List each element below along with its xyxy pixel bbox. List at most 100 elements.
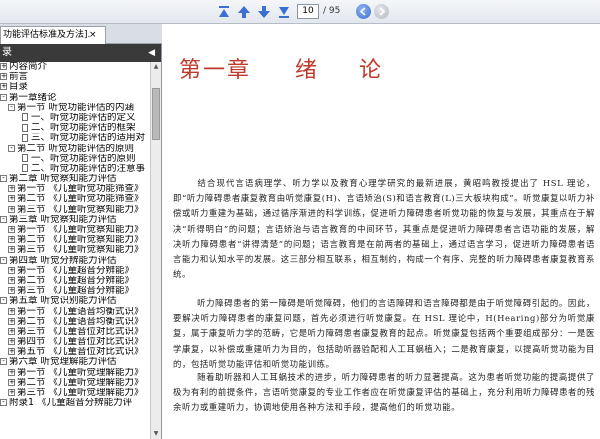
sidebar-item[interactable]: - 第三章 听觉察知能力评估 [0,215,161,225]
sidebar-item[interactable]: 一、听觉功能评估的定义 [0,113,161,123]
sidebar-item-label: 目录 [9,82,29,93]
sidebar-item[interactable]: - 第二章 听觉察知能力评估 [0,174,161,184]
bookmark-sidebar: 录 ◀ + 内容简介 + 前言 + 目录 - 第一章绪论 - 第一节 听觉功能评估的内涵 一、听觉功… [0,44,162,439]
sidebar-item[interactable]: 一、听觉功能评估的原则 [0,154,161,164]
expand-toggle-icon[interactable]: + [0,73,7,81]
sidebar-item[interactable]: 二、听觉功能评估的注意事 [0,164,161,174]
sidebar-item[interactable]: - 第二节 听觉功能评估的原则 [0,144,161,154]
sidebar-item[interactable]: + 内容简介 [0,62,161,72]
sidebar-item-label: 第三节 《儿童超音分辨能》 [17,286,135,297]
expand-toggle-icon[interactable]: + [8,195,15,203]
sidebar-item[interactable]: + 第二节 《儿童超音分辨能》 [0,276,161,286]
sidebar-item-label: 第一节 听觉功能评估的内涵 [17,102,135,113]
expand-toggle-icon[interactable]: + [8,307,15,315]
collapse-toggle-icon[interactable]: - [8,144,15,152]
collapse-icon[interactable]: ◀ [148,44,155,62]
expand-toggle-icon[interactable]: + [8,276,15,284]
sidebar-item[interactable]: - 第一节 听觉功能评估的内涵 [0,103,161,113]
back-icon[interactable] [356,4,371,19]
sidebar-scrollbar[interactable]: ▲ ▼ [150,62,161,439]
collapse-toggle-icon[interactable]: - [0,175,7,183]
sidebar-item[interactable]: + 第二节 《儿童语音均衡式识》 [0,317,161,327]
sidebar-item-label: 第三节 《儿童音位对比式识》 [17,326,144,337]
sidebar-item-label: 第一节 《儿童听觉功能筛查》 [17,184,144,195]
sidebar-item[interactable]: + 第四节 《儿童音位对比式识》 [0,337,161,347]
sidebar-header: 录 ◀ [0,44,161,62]
sidebar-item[interactable]: + 第三节 《儿童听觉察知能力》 [0,205,161,215]
expand-toggle-icon[interactable]: + [8,266,15,274]
sidebar-item-label: 第三节 《儿童听觉察知能力》 [17,245,144,256]
collapse-toggle-icon[interactable]: - [0,93,7,101]
page-number-input[interactable]: 10 [297,4,319,19]
sidebar-item[interactable]: + 第三节 《儿童听觉理解能力》 [0,388,161,398]
document-tab[interactable]: 功能评估标准及方法]. × [0,26,106,44]
sidebar-item[interactable]: - 附录1 《儿童超音分辨能力评 [0,398,161,408]
expand-toggle-icon[interactable]: + [8,389,15,396]
sidebar-item[interactable]: 二、听觉功能评估的框架 [0,123,161,133]
expand-toggle-icon[interactable]: + [8,317,15,325]
sidebar-item-label: 第二节 《儿童听觉功能筛查》 [17,194,144,205]
expand-toggle-icon[interactable]: + [0,63,7,70]
sidebar-item[interactable]: + 第三节 《儿童听觉察知能力》 [0,245,161,255]
scroll-up-icon[interactable]: ▲ [152,63,160,71]
sidebar-item[interactable]: + 第一节 《儿童听觉理解能力》 [0,368,161,378]
sidebar-item-label: 内容简介 [9,62,48,72]
expand-toggle-icon[interactable]: + [8,205,15,213]
chapter-title-part1: 绪 [295,58,320,83]
expand-toggle-icon[interactable]: + [0,83,7,91]
scroll-thumb[interactable] [152,88,160,140]
collapse-toggle-icon[interactable]: - [8,103,15,111]
expand-toggle-icon[interactable]: + [8,185,15,193]
expand-toggle-icon[interactable]: + [8,226,15,233]
expand-toggle-icon[interactable]: + [8,246,15,254]
sidebar-item-label: 前言 [9,72,29,83]
prev-page-icon[interactable] [236,4,252,20]
sidebar-item[interactable]: + 第二节 《儿童听觉察知能力》 [0,235,161,245]
sidebar-item[interactable]: - 第四章 听觉分辨能力评估 [0,256,161,266]
collapse-toggle-icon[interactable]: - [0,215,7,223]
sidebar-item[interactable]: + 第三节 《儿童音位对比式识》 [0,327,161,337]
next-page-icon[interactable] [256,4,272,20]
sidebar-item[interactable]: 三、听觉功能评估的适用对 [0,133,161,143]
last-page-icon[interactable] [276,4,292,20]
sidebar-item-label: 第一节 《儿童超音分辨能》 [17,265,135,276]
sidebar-item-label: 第一节 《儿童语音均衡式识》 [17,306,144,317]
sidebar-item[interactable]: + 第一节 《儿童语音均衡式识》 [0,307,161,317]
sidebar-item[interactable]: + 第一节 《儿童听觉察知能力》 [0,225,161,235]
expand-toggle-icon[interactable]: + [8,338,15,346]
expand-toggle-icon[interactable]: + [8,378,15,386]
expand-toggle-icon[interactable]: + [8,287,15,295]
sidebar-item[interactable]: - 第五章 听觉识别能力评估 [0,296,161,306]
collapse-toggle-icon[interactable]: - [0,399,7,407]
expand-toggle-icon[interactable]: + [8,327,15,335]
scroll-down-icon[interactable]: ▼ [152,430,160,438]
sidebar-item[interactable]: - 第一章绪论 [0,93,161,103]
collapse-toggle-icon[interactable]: - [0,358,7,366]
expand-toggle-icon[interactable]: + [8,348,15,356]
collapse-toggle-icon[interactable]: - [0,297,7,305]
expand-toggle-icon[interactable]: + [8,236,15,244]
collapse-toggle-icon[interactable]: - [0,256,7,264]
sidebar-item[interactable]: + 第一节 《儿童听觉功能筛查》 [0,184,161,194]
sidebar-item[interactable]: + 第五节 《儿童音位对比式识》 [0,347,161,357]
forward-icon[interactable] [374,4,389,19]
sidebar-item[interactable]: + 前言 [0,72,161,82]
close-icon[interactable]: × [89,27,97,43]
sidebar-item[interactable]: + 第三节 《儿童超音分辨能》 [0,286,161,296]
sidebar-item[interactable]: + 第二节 《儿童听觉功能筛查》 [0,194,161,204]
first-page-icon[interactable] [216,4,232,20]
sidebar-item-label: 第二节 听觉功能评估的原则 [17,143,135,154]
chapter-title-part2: 论 [359,58,384,83]
expand-toggle-icon[interactable]: + [8,368,15,376]
sidebar-item[interactable]: + 第二节 《儿童听觉理解能力》 [0,378,161,388]
document-icon [22,123,28,132]
sidebar-item[interactable]: + 第一节 《儿童超音分辨能》 [0,266,161,276]
sidebar-title: 录 [2,47,12,58]
sidebar-item-label: 第二节 《儿童超音分辨能》 [17,275,135,286]
sidebar-item-label: 二、听觉功能评估的框架 [31,123,136,134]
sidebar-item-label: 三、听觉功能评估的适用对 [31,133,146,144]
sidebar-item[interactable]: - 第六章 听觉理解能力评估 [0,357,161,367]
tab-label: 功能评估标准及方法]. [3,30,91,40]
bookmark-tree: + 内容简介 + 前言 + 目录 - 第一章绪论 - 第一节 听觉功能评估的内涵 一、听觉功能评估的… [0,62,161,439]
sidebar-item[interactable]: + 目录 [0,82,161,92]
